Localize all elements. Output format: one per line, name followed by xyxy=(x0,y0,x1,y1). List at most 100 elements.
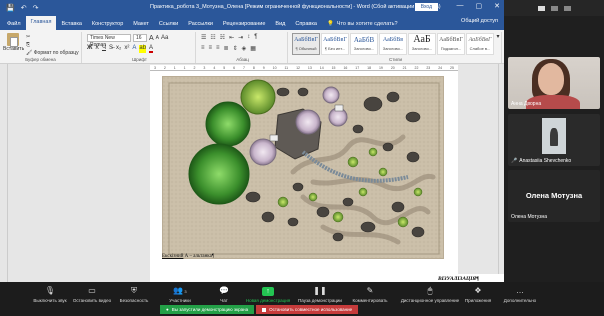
ribbon-home: Вставить ✂ ⎘ 🖌 Формат по образцу Буфер о… xyxy=(0,30,504,64)
tell-me-search[interactable]: 💡 Что вы хотите сделать? xyxy=(322,21,403,30)
tab-design[interactable]: Конструктор xyxy=(87,21,128,30)
participant-tile[interactable]: Анна Дворна xyxy=(508,57,600,109)
styles-more-icon[interactable]: ▾ xyxy=(495,33,501,55)
change-case-button[interactable]: Aa xyxy=(161,35,168,41)
paragraph-row-1: ☰ ☷ ☵ ⇤ ⇥ ↕ ¶ xyxy=(201,34,257,41)
panel-view-icon[interactable] xyxy=(563,5,571,11)
ruler-tick: 1 xyxy=(183,65,186,70)
format-painter-button[interactable]: 🖌 Формат по образцу xyxy=(26,50,79,56)
window-title: Практика_робота 3_Мотузна_Олена [Режим о… xyxy=(150,4,441,10)
zoom-participant-panel: Анна Дворна 🎤 Anastasiia Shevchenko Олена… xyxy=(504,0,604,282)
ruler-tick: 9 xyxy=(262,65,265,70)
maximize-button[interactable]: ▢ xyxy=(476,2,483,10)
share-screen-icon: ↑ xyxy=(238,286,298,296)
bullets-icon[interactable]: ☰ xyxy=(201,34,206,41)
style-subtle-emphasis[interactable]: АаБбВвГ Слабое в... xyxy=(466,33,494,55)
styles-gallery: АаБбВвГ ¶ Обычный АаБбВвГ ¶ Без инт... АаБ… xyxy=(292,33,501,55)
font-size-select[interactable]: 16 xyxy=(133,34,147,42)
align-center-icon[interactable]: ≡ xyxy=(209,45,213,52)
decrease-indent-icon[interactable]: ⇤ xyxy=(229,34,234,41)
strikethrough-icon[interactable]: S̶ xyxy=(109,45,113,53)
sort-icon[interactable]: ↕ xyxy=(247,34,250,41)
gallery-view-icon[interactable] xyxy=(550,5,558,11)
shading-icon[interactable]: ◈ xyxy=(242,45,247,52)
window-controls: — ▢ ✕ xyxy=(457,2,501,10)
tab-home[interactable]: Главная xyxy=(25,16,57,30)
ruler-tick: 15 xyxy=(331,65,336,70)
numbering-icon[interactable]: ☷ xyxy=(210,34,215,41)
multilevel-list-icon[interactable]: ☵ xyxy=(220,34,225,41)
style-heading-1[interactable]: АаБбВ Заголово... xyxy=(350,33,378,55)
font-color-icon[interactable]: A xyxy=(149,45,154,53)
ruler-tick: 16 xyxy=(343,65,348,70)
close-button[interactable]: ✕ xyxy=(494,2,500,10)
style-normal[interactable]: АаБбВвГ ¶ Обычный xyxy=(292,33,320,55)
paste-icon xyxy=(7,33,19,47)
grow-font-button[interactable]: A xyxy=(149,35,154,42)
muted-mic-icon: 🎤 xyxy=(511,158,518,164)
more-button[interactable]: … Дополнительно xyxy=(490,286,550,303)
document-page: Екскізний А – альтанка¶ xyxy=(150,71,458,282)
font-name-select[interactable]: Times New Roman xyxy=(87,34,131,48)
tab-insert[interactable]: Вставка xyxy=(56,21,86,30)
save-icon[interactable]: 💾 xyxy=(6,4,15,12)
style-name: ¶ Обычный xyxy=(295,46,317,51)
lightbulb-icon: 💡 xyxy=(326,21,334,27)
share-button[interactable]: Общий доступ xyxy=(461,18,498,24)
tab-references[interactable]: Ссылки xyxy=(154,21,183,30)
justify-icon[interactable]: ≣ xyxy=(224,45,229,52)
stop-share-button[interactable]: Остановить совместное использование xyxy=(256,305,359,314)
italic-button[interactable]: К xyxy=(95,45,99,53)
tab-view[interactable]: Вид xyxy=(270,21,290,30)
align-right-icon[interactable]: ≡ xyxy=(216,45,220,52)
style-name: Слабое в... xyxy=(469,46,491,51)
underline-button[interactable]: Ч xyxy=(102,45,106,53)
redo-icon[interactable]: ↷ xyxy=(33,4,39,12)
shrink-font-button[interactable]: A xyxy=(156,35,159,41)
bold-button[interactable]: Ж xyxy=(87,45,92,53)
caption-label: Екскізний xyxy=(162,254,184,259)
copy-icon[interactable]: ⎘ xyxy=(26,42,79,48)
participant-tile[interactable]: Олена Мотузна Олена Мотузна xyxy=(508,170,600,222)
more-label: Дополнительно xyxy=(503,298,537,303)
ruler-tick: 25 xyxy=(450,65,454,70)
undo-icon[interactable]: ↶ xyxy=(21,4,27,12)
style-subtitle[interactable]: АаБбВвГ Подзагол... xyxy=(437,33,465,55)
paste-button[interactable]: Вставить xyxy=(3,33,24,52)
borders-icon[interactable]: ▦ xyxy=(250,45,256,52)
tab-layout[interactable]: Макет xyxy=(128,21,154,30)
participant-tile[interactable]: 🎤 Anastasiia Shevchenko xyxy=(508,114,600,166)
style-preview: АаБбВв xyxy=(382,37,404,43)
paragraph-row-2: ≡ ≡ ≡ ≣ ⇕ ◈ ▦ xyxy=(201,45,256,52)
speaker-view-icon[interactable] xyxy=(537,5,545,11)
tab-file[interactable]: Файл xyxy=(2,21,26,30)
tab-review[interactable]: Рецензирование xyxy=(218,21,270,30)
text-effects-icon[interactable]: A xyxy=(132,45,136,53)
new-share-button[interactable]: ↑ Новая демонстрация xyxy=(238,286,298,303)
tab-mailings[interactable]: Рассылки xyxy=(183,21,218,30)
pilcrow-icon[interactable]: ¶ xyxy=(254,34,257,41)
style-no-spacing[interactable]: АаБбВвГ ¶ Без инт... xyxy=(321,33,349,55)
cut-icon[interactable]: ✂ xyxy=(26,34,79,40)
annotate-button[interactable]: ✎ Комментировать xyxy=(340,286,400,303)
increase-indent-icon[interactable]: ⇥ xyxy=(238,34,243,41)
participant-placeholder-name: Олена Мотузна xyxy=(525,191,583,200)
ruler-tick: 22 xyxy=(414,65,419,70)
superscript-icon[interactable]: x² xyxy=(124,45,129,53)
highlight-icon[interactable]: ab xyxy=(139,45,147,53)
line-spacing-icon[interactable]: ⇕ xyxy=(233,45,238,52)
tab-help[interactable]: Справка xyxy=(290,21,322,30)
style-title[interactable]: АаБ Заголово... xyxy=(408,33,436,55)
ruler-tick: 10 xyxy=(272,65,277,70)
participant-name: Анна Дворна xyxy=(511,101,541,107)
style-heading-2[interactable]: АаБбВв Заголово... xyxy=(379,33,407,55)
login-button[interactable]: Вход xyxy=(414,3,438,11)
participant-name-text: Анна Дворна xyxy=(511,101,542,107)
style-name: Заголово... xyxy=(353,46,375,51)
align-left-icon[interactable]: ≡ xyxy=(201,45,205,52)
minimize-button[interactable]: — xyxy=(457,2,464,10)
garden-plan-image[interactable] xyxy=(162,76,444,259)
paragraph-group-label: Абзац xyxy=(236,57,249,62)
subscript-icon[interactable]: x₂ xyxy=(116,45,121,53)
participant-name: Олена Мотузна xyxy=(511,214,547,220)
